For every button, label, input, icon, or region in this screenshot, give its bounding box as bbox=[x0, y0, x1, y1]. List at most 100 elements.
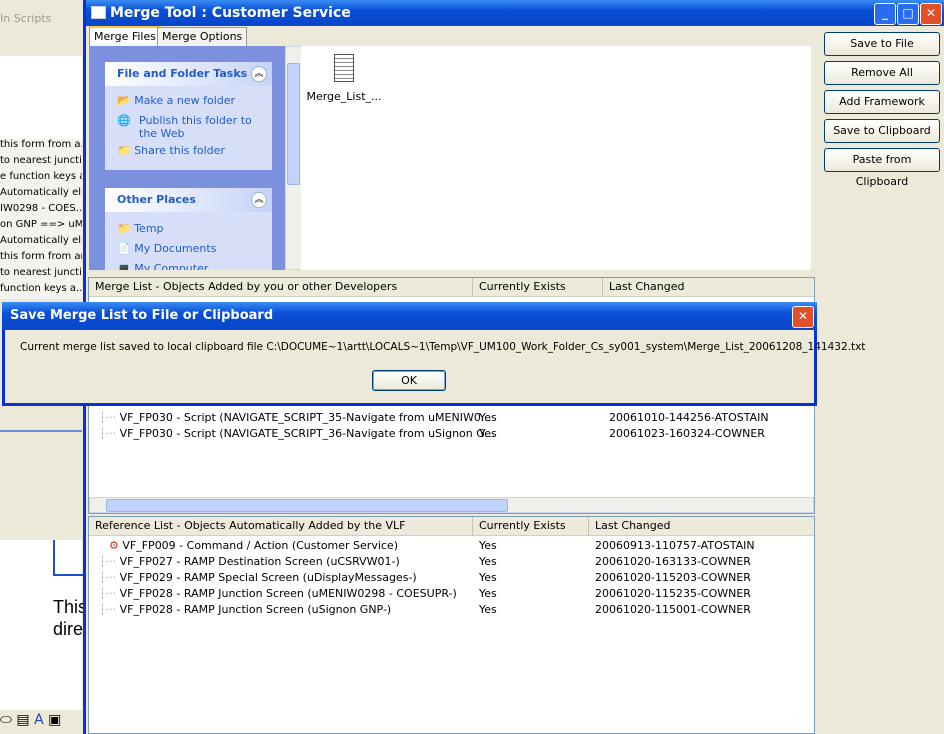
reference-list-header: Reference List - Objects Automatically A… bbox=[89, 517, 814, 536]
folder-icon: 📂 bbox=[117, 94, 131, 107]
window-icon bbox=[91, 6, 106, 19]
drawing-toolbar[interactable]: ⬭ ▤ A ▣ bbox=[0, 712, 61, 728]
background-big-text: This bbox=[53, 597, 88, 617]
row-name: VF_FP027 - RAMP Destination Screen (uCSR… bbox=[119, 555, 400, 568]
row-name: VF_FP028 - RAMP Junction Screen (uSignon… bbox=[119, 603, 392, 616]
my-documents-link[interactable]: 📄 My Documents bbox=[117, 242, 216, 255]
tree-row[interactable]: ⚙ VF_FP009 - Command / Action (Customer … bbox=[109, 539, 398, 552]
tree-row[interactable]: ┆··· VF_FP030 - Script (NAVIGATE_SCRIPT_… bbox=[99, 427, 495, 440]
row-name: VF_FP029 - RAMP Special Screen (uDisplay… bbox=[119, 571, 417, 584]
file-folder-tasks: File and Folder Tasks ︽ 📂 Make a new fol… bbox=[105, 62, 272, 170]
tree-row[interactable]: ┆··· VF_FP028 - RAMP Junction Screen (uM… bbox=[99, 587, 457, 600]
link-label: My Computer bbox=[134, 262, 209, 270]
link-label: Share this folder bbox=[134, 144, 225, 157]
remove-all-button[interactable]: Remove All bbox=[824, 61, 940, 85]
row-exists: Yes bbox=[479, 411, 497, 424]
link-label: Make a new folder bbox=[134, 94, 236, 107]
close-button[interactable]: ✕ bbox=[920, 3, 942, 25]
background-line: this form from a... bbox=[0, 139, 82, 150]
background-line: e function keys a... bbox=[0, 171, 82, 182]
column-header[interactable]: Last Changed bbox=[602, 278, 685, 296]
tree-row[interactable]: ┆··· VF_FP030 - Script (NAVIGATE_SCRIPT_… bbox=[99, 411, 491, 424]
row-exists: Yes bbox=[479, 555, 497, 568]
column-header[interactable]: Last Changed bbox=[588, 517, 671, 535]
row-changed: 20061020-115001-COWNER bbox=[595, 603, 751, 616]
minimize-button[interactable]: _ bbox=[874, 3, 896, 25]
paste-from-clipboard-button[interactable]: Paste from Clipboard bbox=[824, 148, 940, 188]
tree-row[interactable]: ┆··· VF_FP028 - RAMP Junction Screen (uS… bbox=[99, 603, 391, 616]
publish-web-link[interactable]: 🌐 Publish this folder to the Web bbox=[117, 114, 267, 140]
temp-link[interactable]: 📁 Temp bbox=[117, 222, 164, 235]
tab-merge-options[interactable]: Merge Options bbox=[157, 27, 248, 46]
background-line: this form from an. bbox=[0, 251, 82, 262]
notepad-file-icon bbox=[334, 54, 354, 82]
collapse-icon[interactable]: ︽ bbox=[251, 66, 267, 82]
row-name: VF_FP030 - Script (NAVIGATE_SCRIPT_36-Na… bbox=[119, 427, 496, 440]
places-title[interactable]: Other Places bbox=[105, 188, 272, 212]
row-exists: Yes bbox=[479, 539, 497, 552]
save-dialog: Save Merge List to File or Clipboard ✕ C… bbox=[2, 302, 865, 406]
folder-icon: 📁 bbox=[117, 222, 131, 235]
tree-row[interactable]: ┆··· VF_FP029 - RAMP Special Screen (uDi… bbox=[99, 571, 417, 584]
save-to-clipboard-button[interactable]: Save to Clipboard bbox=[824, 119, 940, 143]
dialog-title: Save Merge List to File or Clipboard bbox=[10, 308, 274, 323]
row-name: VF_FP028 - RAMP Junction Screen (uMENIW0… bbox=[119, 587, 457, 600]
background-line: function keys a... bbox=[0, 283, 82, 294]
background-line: to nearest juncti... bbox=[0, 155, 82, 166]
row-changed: 20060913-110757-ATOSTAIN bbox=[595, 539, 755, 552]
dialog-title-bar: Save Merge List to File or Clipboard ✕ bbox=[2, 302, 817, 330]
tree-row[interactable]: ┆··· VF_FP027 - RAMP Destination Screen … bbox=[99, 555, 400, 568]
command-icon: ⚙ bbox=[109, 539, 119, 552]
background-line: on GNP ==> uM... bbox=[0, 219, 82, 230]
background-line: Automatically eli... bbox=[0, 187, 82, 198]
globe-icon: 🌐 bbox=[117, 114, 131, 127]
background-line: IW0298 - COES... bbox=[0, 203, 82, 214]
background-line: Automatically eli... bbox=[0, 235, 82, 246]
row-exists: Yes bbox=[479, 587, 497, 600]
background-line: to nearest juncti.. bbox=[0, 267, 82, 278]
background-toolbar bbox=[0, 36, 82, 57]
column-header[interactable]: Currently Exists bbox=[472, 278, 566, 296]
row-exists: Yes bbox=[479, 603, 497, 616]
task-pane-scrollbar[interactable] bbox=[285, 46, 302, 270]
tab-merge-files[interactable]: Merge Files bbox=[89, 26, 161, 47]
collapse-icon[interactable]: ︽ bbox=[251, 192, 267, 208]
dialog-close-button[interactable]: ✕ bbox=[792, 306, 814, 328]
maximize-button[interactable]: □ bbox=[897, 3, 919, 25]
share-icon: 📁 bbox=[117, 144, 131, 157]
row-changed: 20061023-160324-COWNER bbox=[609, 427, 765, 440]
make-folder-link[interactable]: 📂 Make a new folder bbox=[117, 94, 235, 107]
tasks-title[interactable]: File and Folder Tasks bbox=[105, 62, 272, 86]
documents-icon: 📄 bbox=[117, 242, 131, 255]
link-label: My Documents bbox=[134, 242, 217, 255]
my-computer-link[interactable]: 💻 My Computer bbox=[117, 262, 208, 270]
merge-list-hscrollbar[interactable] bbox=[89, 497, 814, 513]
computer-icon: 💻 bbox=[117, 262, 131, 270]
title-bar: Merge Tool : Customer Service _ □ ✕ bbox=[86, 0, 944, 26]
column-header[interactable]: Merge List - Objects Added by you or oth… bbox=[89, 278, 397, 296]
other-places: Other Places ︽ 📁 Temp 📄 My Documents 💻 M… bbox=[105, 188, 272, 270]
window-title: Merge Tool : Customer Service bbox=[110, 5, 351, 21]
ok-button[interactable]: OK bbox=[372, 370, 446, 391]
row-name: VF_FP030 - Script (NAVIGATE_SCRIPT_35-Na… bbox=[119, 411, 492, 424]
share-folder-link[interactable]: 📁 Share this folder bbox=[117, 144, 225, 157]
file-item[interactable]: Merge_List_... bbox=[304, 54, 384, 103]
row-changed: 20061020-163133-COWNER bbox=[595, 555, 751, 568]
reference-list: Reference List - Objects Automatically A… bbox=[88, 516, 815, 734]
save-to-file-button[interactable]: Save to File bbox=[824, 32, 940, 56]
column-header[interactable]: Reference List - Objects Automatically A… bbox=[89, 517, 405, 535]
link-label: Temp bbox=[134, 222, 164, 235]
row-exists: Yes bbox=[479, 571, 497, 584]
column-header[interactable]: Currently Exists bbox=[472, 517, 566, 535]
file-name: Merge_List_... bbox=[306, 90, 382, 103]
background-pane bbox=[0, 56, 82, 140]
row-exists: Yes bbox=[479, 427, 497, 440]
row-name: VF_FP009 - Command / Action (Customer Se… bbox=[122, 539, 398, 552]
task-pane: File and Folder Tasks ︽ 📂 Make a new fol… bbox=[89, 46, 285, 270]
row-changed: 20061020-115203-COWNER bbox=[595, 571, 751, 584]
merge-list-header: Merge List - Objects Added by you or oth… bbox=[89, 278, 814, 297]
add-framework-button[interactable]: Add Framework bbox=[824, 90, 940, 114]
background-big-text: dire bbox=[53, 619, 84, 639]
background-list: this form from a... to nearest juncti...… bbox=[0, 139, 82, 299]
row-changed: 20061010-144256-ATOSTAIN bbox=[609, 411, 769, 424]
